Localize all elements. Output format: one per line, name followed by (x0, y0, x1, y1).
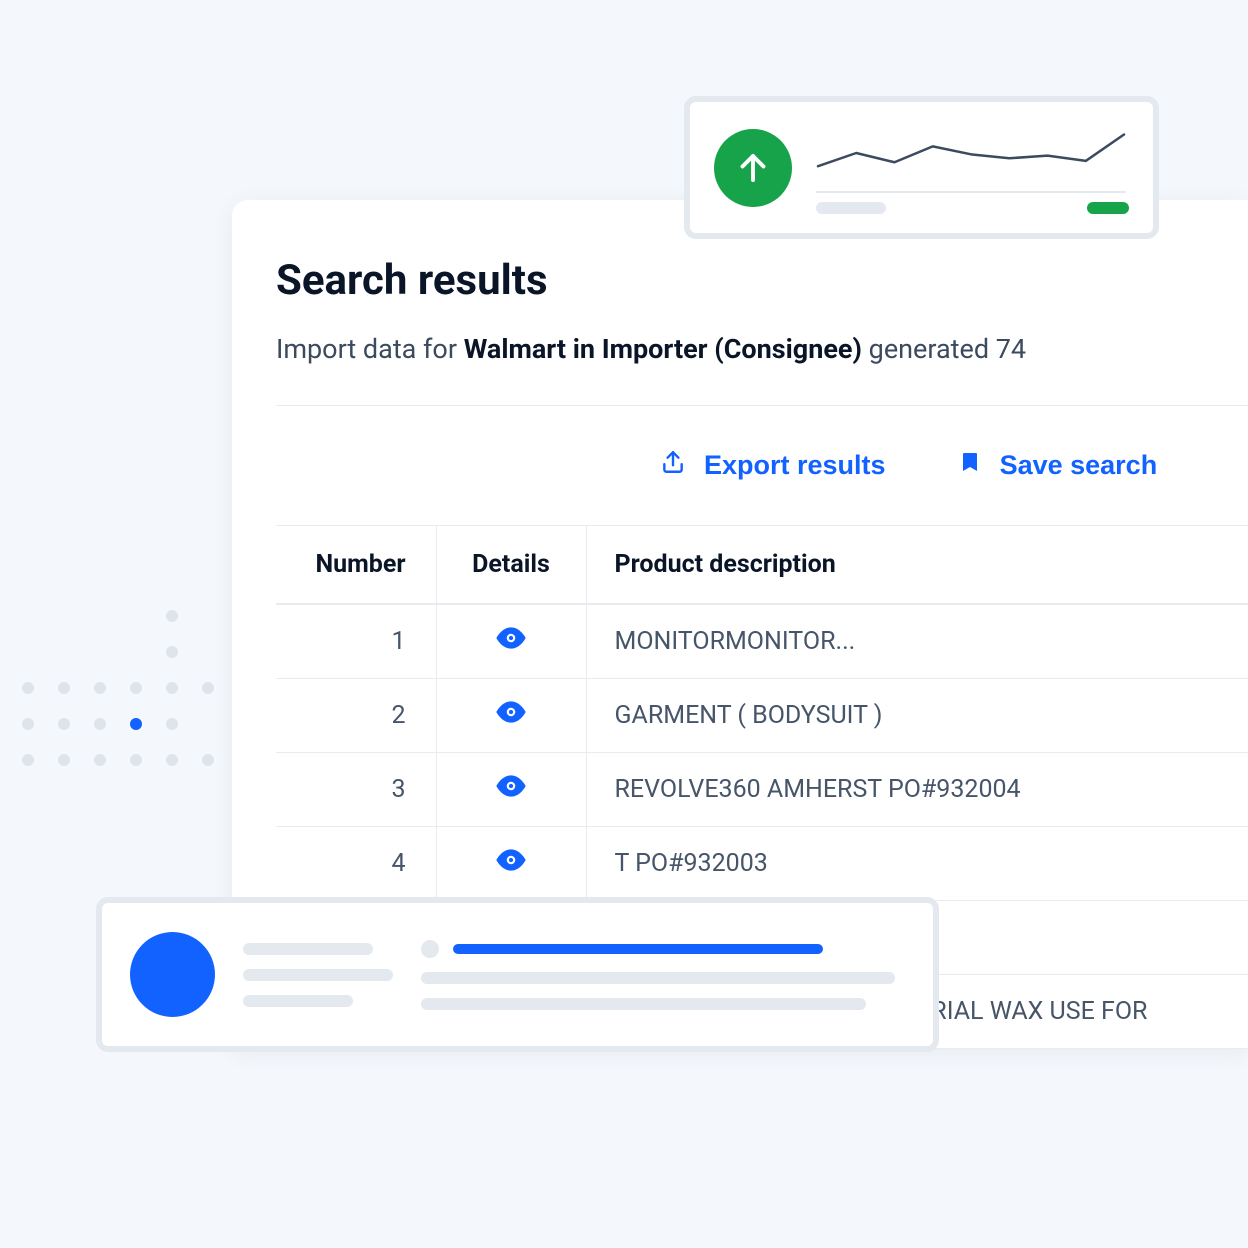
view-details-icon[interactable] (495, 627, 527, 649)
col-description-header: Product description (586, 526, 1248, 605)
export-results-button[interactable]: Export results (660, 448, 886, 483)
table-row: 4 T PO#932003 (276, 827, 1248, 901)
bookmark-icon (958, 448, 982, 483)
row-description: REVOLVE360 AMHERST PO#932004 (586, 753, 1248, 827)
table-row: 1 MONITORMONITOR... (276, 604, 1248, 679)
view-details-icon[interactable] (495, 849, 527, 871)
export-icon (660, 448, 686, 483)
chart-placeholder-bar (816, 202, 886, 214)
row-description: GARMENT ( BODYSUIT ) (586, 679, 1248, 753)
row-description: MONITORMONITOR... (586, 604, 1248, 679)
row-description: T PO#932003 (586, 827, 1248, 901)
view-details-icon[interactable] (495, 701, 527, 723)
page-title: Search results (276, 256, 1248, 305)
avatar (130, 932, 215, 1017)
placeholder-dot (421, 940, 439, 958)
col-details-header: Details (436, 526, 586, 605)
chart-highlight-bar (1087, 202, 1129, 214)
col-number-header: Number (276, 526, 436, 605)
sparkline-chart (816, 118, 1129, 218)
trend-up-icon (714, 129, 792, 207)
detail-preview-card (96, 897, 939, 1052)
row-number: 1 (276, 604, 436, 679)
trend-widget (684, 96, 1159, 239)
placeholder-line (421, 972, 895, 984)
row-number: 2 (276, 679, 436, 753)
table-row: 3 REVOLVE360 AMHERST PO#932004 (276, 753, 1248, 827)
save-search-button[interactable]: Save search (958, 448, 1158, 483)
placeholder-line (421, 998, 866, 1010)
placeholder-line (243, 995, 353, 1007)
decorative-dot-grid (22, 610, 214, 766)
view-details-icon[interactable] (495, 775, 527, 797)
placeholder-line (243, 943, 373, 955)
results-summary: Import data for Walmart in Importer (Con… (276, 333, 1248, 365)
row-number: 4 (276, 827, 436, 901)
table-row: 2 GARMENT ( BODYSUIT ) (276, 679, 1248, 753)
row-number: 3 (276, 753, 436, 827)
placeholder-highlight-line (453, 944, 823, 954)
placeholder-line (243, 969, 393, 981)
toolbar: Export results Save search (276, 406, 1248, 525)
